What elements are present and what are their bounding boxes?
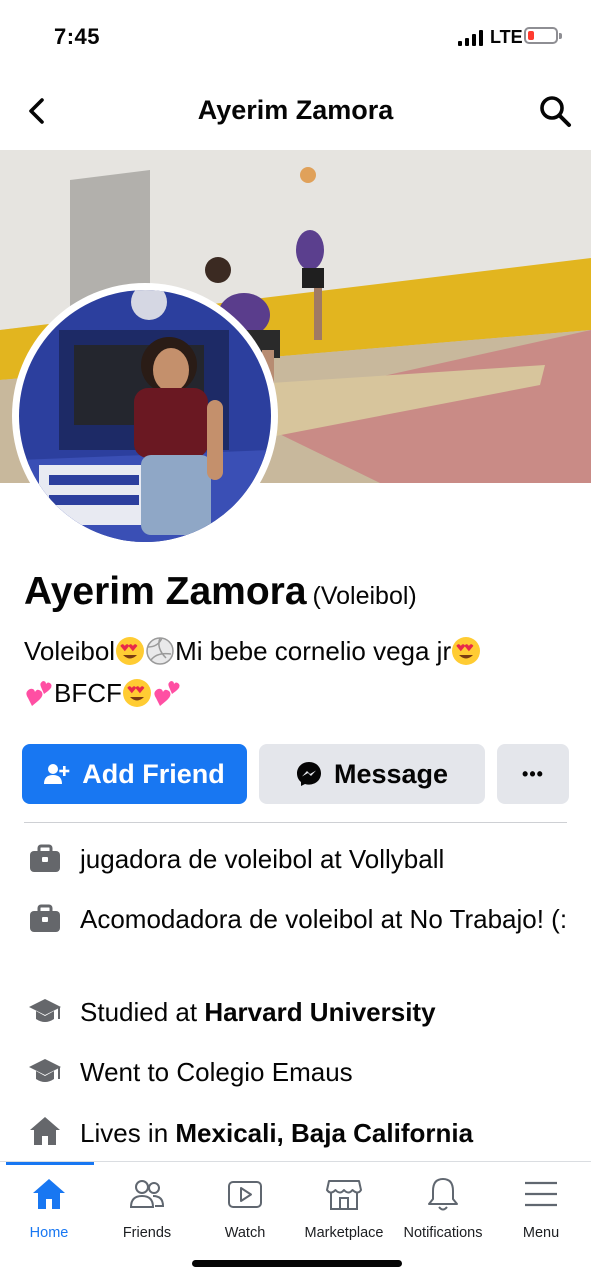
intro-text: Went to Colegio Emaus — [80, 1057, 353, 1087]
messenger-icon — [296, 762, 321, 786]
more-options-button[interactable]: ••• — [497, 744, 569, 804]
volleyball-emoji-icon — [146, 637, 174, 665]
watch-icon — [228, 1181, 262, 1208]
intro-text: Studied at Harvard University — [80, 997, 436, 1027]
add-friend-label: Add Friend — [82, 758, 225, 789]
bio-line-2: BFCF — [24, 672, 569, 714]
tab-label: Menu — [522, 1225, 560, 1241]
tab-marketplace[interactable]: Marketplace — [295, 1162, 393, 1252]
bio-line-1: Voleibol Mi bebe cornelio vega jr — [24, 630, 569, 672]
tab-home[interactable]: Home — [0, 1162, 98, 1252]
tab-menu[interactable]: Menu — [492, 1162, 590, 1252]
home-indicator — [192, 1260, 402, 1267]
battery-icon — [524, 27, 562, 44]
search-icon[interactable] — [537, 93, 573, 129]
heart-eyes-emoji-icon — [452, 637, 481, 665]
intro-text: Lives in Mexicali, Baja California — [80, 1118, 474, 1148]
tab-notifications[interactable]: Notifications — [394, 1162, 492, 1252]
top-navigation: Ayerim Zamora — [0, 75, 591, 147]
heart-eyes-emoji-icon — [116, 637, 145, 665]
network-type: LTE — [490, 27, 523, 47]
page-title: Ayerim Zamora — [197, 95, 394, 125]
marketplace-icon — [326, 1180, 362, 1210]
message-button[interactable]: Message — [259, 744, 485, 804]
profile-bio: Voleibol Mi bebe cornelio vega jr BFCF — [24, 630, 569, 714]
two-hearts-emoji-icon — [26, 681, 52, 706]
more-options-icon: ••• — [522, 763, 544, 784]
divider — [24, 822, 567, 823]
add-friend-button[interactable]: Add Friend — [22, 744, 247, 804]
status-bar: 7:45 LTE — [0, 0, 591, 75]
home-icon — [33, 1179, 65, 1209]
message-label: Message — [333, 758, 449, 789]
intro-text: jugadora de voleibol at Vollyball — [80, 844, 445, 874]
friends-icon — [129, 1180, 165, 1208]
status-time: 7:45 — [54, 24, 101, 49]
two-hearts-emoji-icon — [154, 681, 180, 706]
avatar[interactable] — [19, 290, 271, 542]
alternate-name: (Voleibol) — [312, 582, 417, 610]
profile-name: Ayerim Zamora — [24, 570, 307, 613]
menu-icon — [525, 1181, 557, 1207]
signal-icon — [458, 30, 483, 46]
add-friend-icon — [44, 764, 70, 784]
briefcase-icon — [30, 904, 60, 932]
profile-name-line: Ayerim Zamora (Voleibol) — [24, 570, 417, 614]
bell-icon — [428, 1178, 458, 1211]
briefcase-icon — [30, 844, 60, 872]
tab-friends[interactable]: Friends — [98, 1162, 196, 1252]
graduation-cap-icon — [29, 999, 61, 1022]
home-icon — [30, 1117, 60, 1145]
tab-watch[interactable]: Watch — [196, 1162, 294, 1252]
graduation-cap-icon — [29, 1059, 61, 1082]
intro-text: Acomodadora de voleibol at No Trabajo! (… — [80, 904, 568, 934]
heart-eyes-emoji-icon — [122, 679, 151, 707]
